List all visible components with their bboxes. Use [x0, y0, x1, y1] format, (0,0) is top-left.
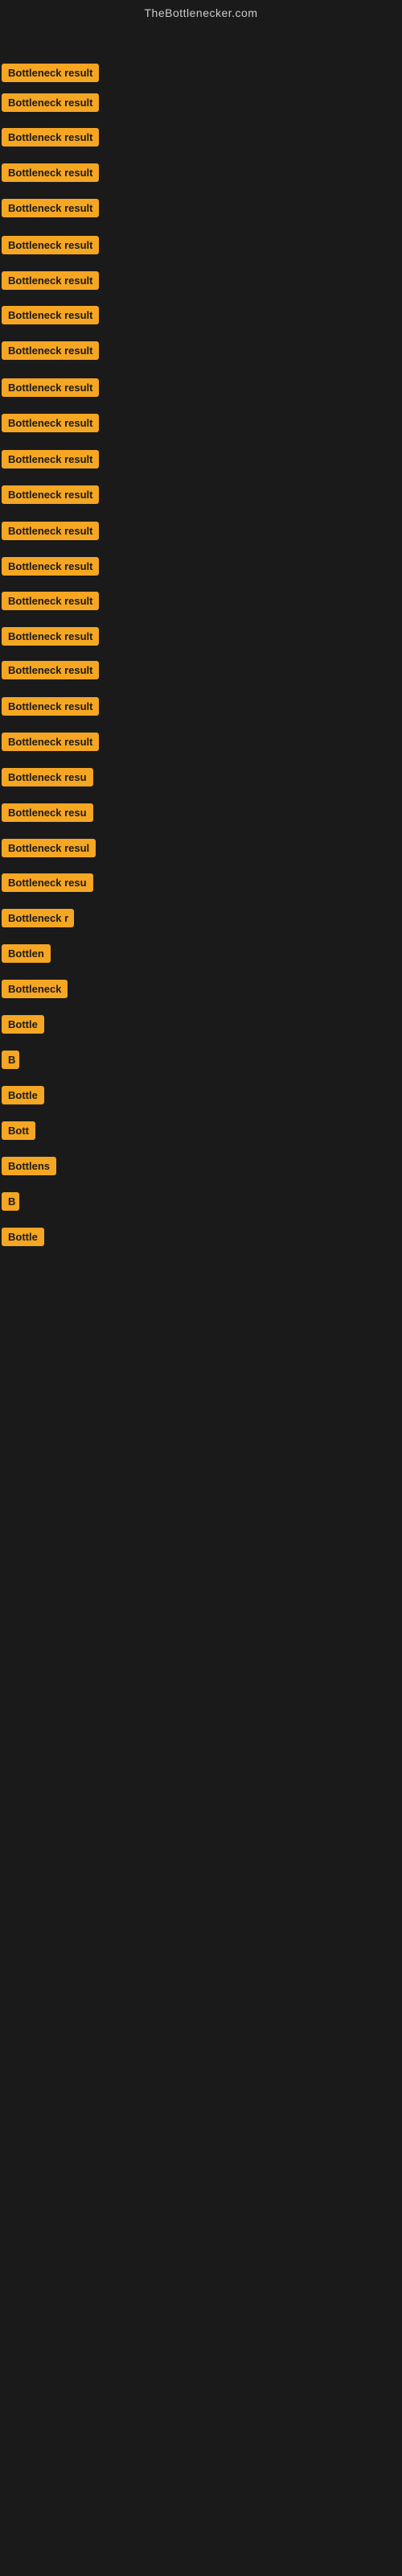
bottleneck-badge-18[interactable]: Bottleneck result	[2, 661, 99, 679]
badge-row-5: Bottleneck result	[2, 196, 99, 219]
badges-container: Bottleneck result Bottleneck result Bottle…	[0, 23, 402, 1274]
badge-row-11: Bottleneck result	[2, 411, 99, 434]
page-wrapper: TheBottlenecker.com Bottleneck resultBot…	[0, 0, 402, 2576]
badge-row-28: Bottle	[2, 1013, 44, 1035]
badge-row-19: Bottleneck result	[2, 695, 99, 717]
badge-row-2: Bottleneck result	[2, 91, 99, 114]
badge-row-7: Bottleneck result	[2, 269, 99, 291]
bottleneck-badge-29[interactable]: B	[2, 1051, 19, 1069]
badge-row-17: Bottleneck result	[2, 625, 99, 647]
bottleneck-badge-20[interactable]: Bottleneck result	[2, 733, 99, 751]
bottleneck-badge-17[interactable]: Bottleneck result	[2, 627, 99, 646]
bottleneck-badge-30[interactable]: Bottle	[2, 1086, 44, 1104]
bottleneck-badge-14[interactable]: Bottleneck result	[2, 522, 99, 540]
badge-row-1: Bottleneck result	[2, 61, 99, 84]
bottleneck-badge-28[interactable]: Bottle	[2, 1015, 44, 1034]
bottleneck-badge-4[interactable]: Bottleneck result	[2, 163, 99, 182]
bottleneck-badge-25[interactable]: Bottleneck r	[2, 909, 74, 927]
badge-row-9: Bottleneck result	[2, 339, 99, 361]
badge-row-4: Bottleneck result	[2, 161, 99, 184]
bottleneck-badge-7[interactable]: Bottleneck result	[2, 271, 99, 290]
badge-row-23: Bottleneck resul	[2, 836, 96, 859]
bottleneck-badge-32[interactable]: Bottlens	[2, 1157, 56, 1175]
bottleneck-badge-26[interactable]: Bottlen	[2, 944, 51, 963]
badge-row-8: Bottleneck result	[2, 303, 99, 326]
bottleneck-badge-15[interactable]: Bottleneck result	[2, 557, 99, 576]
bottleneck-badge-1[interactable]: Bottleneck result	[2, 64, 99, 82]
badge-row-22: Bottleneck resu	[2, 801, 93, 824]
badge-row-25: Bottleneck r	[2, 906, 74, 929]
badge-row-3: Bottleneck result	[2, 126, 99, 148]
badge-row-29: B	[2, 1048, 19, 1071]
badge-row-26: Bottlen	[2, 942, 51, 964]
badge-row-18: Bottleneck result	[2, 658, 99, 681]
bottleneck-badge-6[interactable]: Bottleneck result	[2, 236, 99, 254]
badge-row-14: Bottleneck result	[2, 519, 99, 542]
badge-row-21: Bottleneck resu	[2, 766, 93, 788]
badge-row-20: Bottleneck result	[2, 730, 99, 753]
bottleneck-badge-31[interactable]: Bott	[2, 1121, 35, 1140]
badge-row-33: B	[2, 1190, 19, 1212]
badge-row-30: Bottle	[2, 1084, 44, 1106]
badge-row-13: Bottleneck result	[2, 483, 99, 506]
bottleneck-badge-11[interactable]: Bottleneck result	[2, 414, 99, 432]
bottleneck-badge-13[interactable]: Bottleneck result	[2, 485, 99, 504]
badge-row-32: Bottlens	[2, 1154, 56, 1177]
bottleneck-badge-19[interactable]: Bottleneck result	[2, 697, 99, 716]
bottleneck-badge-9[interactable]: Bottleneck result	[2, 341, 99, 360]
bottleneck-badge-12[interactable]: Bottleneck result	[2, 450, 99, 469]
badge-row-24: Bottleneck resu	[2, 871, 93, 894]
bottleneck-badge-8[interactable]: Bottleneck result	[2, 306, 99, 324]
bottleneck-badge-2[interactable]: Bottleneck result	[2, 93, 99, 112]
badge-row-15: Bottleneck result	[2, 555, 99, 577]
bottleneck-badge-22[interactable]: Bottleneck resu	[2, 803, 93, 822]
bottleneck-badge-21[interactable]: Bottleneck resu	[2, 768, 93, 786]
bottleneck-badge-10[interactable]: Bottleneck result	[2, 378, 99, 397]
badge-row-16: Bottleneck result	[2, 589, 99, 612]
bottleneck-badge-24[interactable]: Bottleneck resu	[2, 873, 93, 892]
site-title: TheBottlenecker.com	[0, 0, 402, 23]
badge-row-27: Bottleneck	[2, 977, 68, 1000]
badge-row-31: Bott	[2, 1119, 35, 1141]
bottleneck-badge-23[interactable]: Bottleneck resul	[2, 839, 96, 857]
bottleneck-badge-5[interactable]: Bottleneck result	[2, 199, 99, 217]
bottleneck-badge-34[interactable]: Bottle	[2, 1228, 44, 1246]
badge-row-10: Bottleneck result	[2, 376, 99, 398]
badge-row-12: Bottleneck result	[2, 448, 99, 470]
bottleneck-badge-27[interactable]: Bottleneck	[2, 980, 68, 998]
bottleneck-badge-3[interactable]: Bottleneck result	[2, 128, 99, 147]
badge-row-34: Bottle	[2, 1225, 44, 1248]
badge-row-6: Bottleneck result	[2, 233, 99, 256]
bottleneck-badge-16[interactable]: Bottleneck result	[2, 592, 99, 610]
bottleneck-badge-33[interactable]: B	[2, 1192, 19, 1211]
